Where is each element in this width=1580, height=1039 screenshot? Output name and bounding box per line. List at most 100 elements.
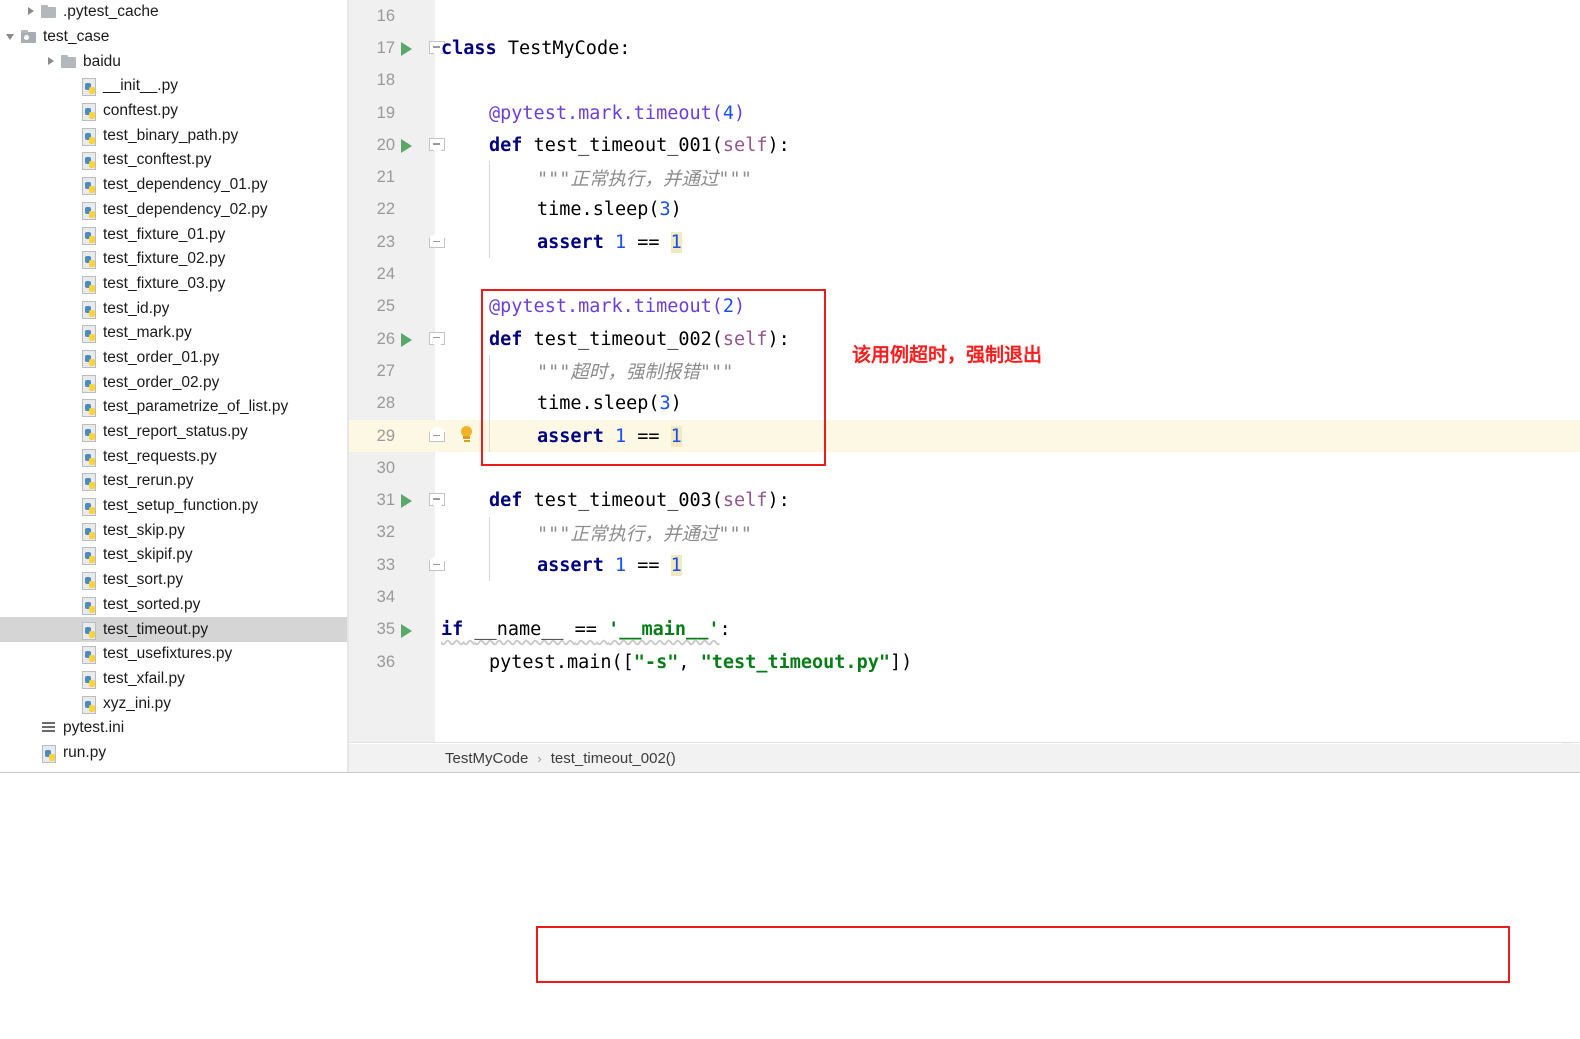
twisty-closed-icon[interactable]	[44, 54, 60, 70]
code-line-22[interactable]: 22 time.sleep(3)	[349, 193, 1580, 227]
run-test-gutter-icon[interactable]	[401, 139, 412, 154]
tree-item-test-fixture-02-py[interactable]: test_fixture_02.py	[0, 247, 348, 272]
code-line-20[interactable]: 20 def test_timeout_001(self):	[349, 129, 1580, 161]
tree-item-test-dependency-02-py[interactable]: test_dependency_02.py	[0, 198, 348, 223]
breadcrumb[interactable]: TestMyCode › test_timeout_002()	[349, 744, 1580, 772]
python-file-icon	[80, 102, 98, 122]
code-line-34[interactable]: 34	[349, 581, 1580, 613]
code-line-21[interactable]: 21 """正常执行，并通过"""	[349, 161, 1580, 194]
code-line-30[interactable]: 30	[349, 452, 1580, 484]
code-line-23[interactable]: 23 assert 1 == 1	[349, 226, 1580, 259]
tree-item-test-case[interactable]: test_case	[0, 25, 348, 50]
code-text: """正常执行，并通过"""	[537, 523, 752, 545]
code-text: pytest.main(["-s", "test_timeout.py"])	[489, 651, 913, 673]
code-line-16[interactable]: 16	[349, 0, 1580, 32]
tree-item--pytest-cache[interactable]: .pytest_cache	[0, 0, 348, 25]
project-tree-panel[interactable]: .pytest_cache test_casebaidu __init__.py co…	[0, 0, 348, 772]
tree-item-test-sorted-py[interactable]: test_sorted.py	[0, 593, 348, 618]
code-line-36[interactable]: 36 pytest.main(["-s", "test_timeout.py"])	[349, 646, 1580, 678]
code-line-18[interactable]: 18	[349, 65, 1580, 97]
tree-item-test-requests-py[interactable]: test_requests.py	[0, 444, 348, 469]
twisty-placeholder	[64, 696, 80, 712]
code-text: assert 1 == 1	[537, 425, 682, 447]
python-file-icon	[80, 522, 98, 541]
fold-end-icon[interactable]	[429, 561, 445, 572]
tree-item-test-id-py[interactable]: test_id.py	[0, 296, 348, 321]
tree-item-test-dependency-01-py[interactable]: test_dependency_01.py	[0, 173, 348, 198]
code-lines[interactable]: 16 17 class TestMyCode: 18 19 @pytest.mark.ti…	[349, 0, 1580, 742]
tree-item-test-rerun-py[interactable]: test_rerun.py	[0, 469, 348, 494]
code-line-17[interactable]: 17 class TestMyCode:	[349, 32, 1580, 64]
code-line-31[interactable]: 31 def test_timeout_003(self):	[349, 484, 1580, 516]
run-test-gutter-icon[interactable]	[401, 494, 412, 509]
tree-item-test-skipif-py[interactable]: test_skipif.py	[0, 543, 348, 568]
line-number: 29	[376, 426, 395, 445]
tree-item-test-binary-path-py[interactable]: test_binary_path.py	[0, 123, 348, 148]
tree-item-test-xfail-py[interactable]: test_xfail.py	[0, 667, 348, 692]
tree-item-test-setup-function-py[interactable]: test_setup_function.py	[0, 494, 348, 519]
python-file-icon	[80, 472, 98, 492]
code-text: if __name__ == '__main__':	[441, 619, 731, 641]
code-line-24[interactable]: 24	[349, 258, 1580, 290]
code-line-28[interactable]: 28 time.sleep(3)	[349, 387, 1580, 420]
fold-collapse-icon[interactable]	[429, 138, 445, 152]
run-test-gutter-icon[interactable]	[401, 42, 412, 57]
tree-item-test-timeout-py[interactable]: test_timeout.py	[0, 617, 348, 642]
tree-item-label: test_usefixtures.py	[103, 645, 233, 663]
folder-icon	[60, 53, 78, 71]
tree-item-test-order-01-py[interactable]: test_order_01.py	[0, 346, 348, 371]
tree-item-test-conftest-py[interactable]: test_conftest.py	[0, 148, 348, 173]
intention-bulb-icon[interactable]	[459, 425, 473, 446]
twisty-placeholder	[64, 449, 80, 465]
tree-item-test-parametrize-of-list-py[interactable]: test_parametrize_of_list.py	[0, 395, 348, 420]
tree-item-label: test_sort.py	[103, 571, 184, 589]
tree-item-test-sort-py[interactable]: test_sort.py	[0, 568, 348, 593]
breadcrumb-class[interactable]: TestMyCode	[445, 750, 528, 767]
tree-item-test-fixture-01-py[interactable]: test_fixture_01.py	[0, 222, 348, 247]
fold-collapse-icon[interactable]	[429, 493, 445, 507]
code-line-35[interactable]: 35 if __name__ == '__main__':	[349, 614, 1580, 646]
tree-item-baidu[interactable]: baidu	[0, 49, 348, 74]
code-text: time.sleep(3)	[537, 393, 682, 415]
code-line-32[interactable]: 32 """正常执行，并通过"""	[349, 516, 1580, 550]
twisty-open-icon[interactable]	[4, 29, 20, 45]
tree-item-label: baidu	[83, 52, 121, 70]
tree-item-test-order-02-py[interactable]: test_order_02.py	[0, 370, 348, 395]
run-test-gutter-icon[interactable]	[401, 623, 412, 638]
fold-end-icon[interactable]	[429, 431, 445, 442]
tree-item-conftest-py[interactable]: conftest.py	[0, 99, 348, 124]
code-editor[interactable]: 16 17 class TestMyCode: 18 19 @pytest.mark.ti…	[349, 0, 1580, 742]
twisty-closed-icon[interactable]	[24, 4, 40, 20]
line-number: 23	[376, 232, 395, 251]
tree-item--init-py[interactable]: __init__.py	[0, 74, 348, 99]
tree-item-test-fixture-03-py[interactable]: test_fixture_03.py	[0, 272, 348, 297]
twisty-placeholder	[64, 498, 80, 514]
breadcrumb-method[interactable]: test_timeout_002()	[551, 750, 676, 767]
line-number: 27	[376, 361, 395, 380]
tree-item-pytest-ini[interactable]: pytest.ini	[0, 716, 348, 741]
twisty-placeholder	[64, 473, 80, 489]
tree-item-label: test_fixture_01.py	[103, 225, 226, 243]
code-line-33[interactable]: 33 assert 1 == 1	[349, 549, 1580, 582]
fold-end-icon[interactable]	[429, 238, 445, 249]
code-line-25[interactable]: 25 @pytest.mark.timeout(2)	[349, 291, 1580, 323]
tree-item-test-usefixtures-py[interactable]: test_usefixtures.py	[0, 642, 348, 667]
twisty-placeholder	[64, 325, 80, 341]
line-number: 18	[376, 71, 395, 90]
twisty-placeholder	[64, 350, 80, 366]
indent-guide	[489, 516, 490, 550]
twisty-placeholder	[64, 128, 80, 144]
run-tool-window: n: pytest in test_timeout.py ✕ ✔⊘↓ᵃz↓≡⤓⤒…	[0, 773, 1580, 1039]
run-test-gutter-icon[interactable]	[401, 332, 412, 347]
tree-item-test-skip-py[interactable]: test_skip.py	[0, 518, 348, 543]
tree-item-run-py[interactable]: run.py	[0, 741, 348, 766]
fold-collapse-icon[interactable]	[429, 331, 445, 345]
code-line-29[interactable]: 29 assert 1 == 1	[349, 419, 1580, 453]
tree-item-label: test_mark.py	[103, 324, 192, 342]
tree-item-test-mark-py[interactable]: test_mark.py	[0, 321, 348, 346]
tree-item-xyz-ini-py[interactable]: xyz_ini.py	[0, 691, 348, 716]
tree-item-test-report-status-py[interactable]: test_report_status.py	[0, 420, 348, 445]
twisty-placeholder	[64, 523, 80, 539]
line-number: 22	[376, 200, 395, 219]
code-line-19[interactable]: 19 @pytest.mark.timeout(4)	[349, 97, 1580, 129]
